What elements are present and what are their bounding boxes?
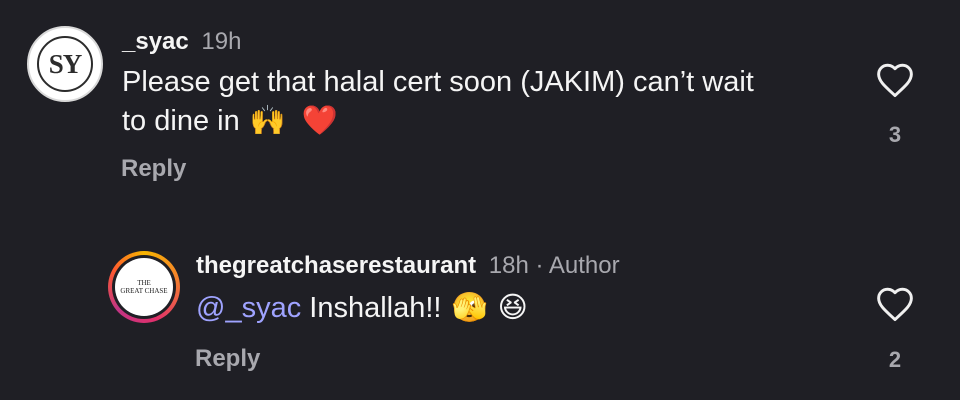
raising-hands-emoji: 🙌 [249,103,286,137]
comment-text: Please get that halal cert soon (JAKIM) … [122,63,754,140]
avatar[interactable]: THE GREAT CHASE [108,251,180,323]
comment-text-line2-wrap: to dine in 🙌 ❤️ [122,101,754,140]
red-heart-emoji: ❤️ [301,103,338,137]
username[interactable]: _syac [122,28,189,55]
comment-text-body: Inshallah!! [309,292,442,324]
timestamp: 18h [488,252,529,279]
heart-icon[interactable] [875,62,915,98]
mention-link[interactable]: @_syac [196,292,301,324]
grinning-squinting-emoji: 😆 [497,290,528,324]
avatar[interactable]: SY [27,26,103,102]
avatar-initials: SY [37,36,93,92]
logo-line-1: THE [137,279,151,287]
comment-header: thegreatchaserestaurant 18h · Author [196,251,620,281]
separator-dot: · [528,252,549,279]
timestamp: 19h [201,28,242,55]
comment-text-line1: Please get that halal cert soon (JAKIM) … [122,66,754,98]
avatar-story-ring: THE GREAT CHASE [112,255,176,319]
reply-button[interactable]: Reply [121,154,186,184]
comment-text: @_syac Inshallah!! 🫣 😆 [196,288,528,327]
like-count: 3 [888,122,902,147]
reply-button[interactable]: Reply [195,344,260,374]
like-count: 2 [888,347,902,372]
logo-line-2: GREAT CHASE [120,287,168,295]
heart-icon[interactable] [875,286,915,322]
comment-text-line2: to dine in [122,105,240,137]
author-badge: Author [548,252,620,279]
restaurant-logo: THE GREAT CHASE [115,258,173,316]
comments-thread: SY _syac 19h Please get that halal cert … [0,0,960,400]
comment-header: _syac 19h [122,27,241,57]
username[interactable]: thegreatchaserestaurant [196,252,476,279]
face-peeking-emoji: 🫣 [451,290,488,324]
